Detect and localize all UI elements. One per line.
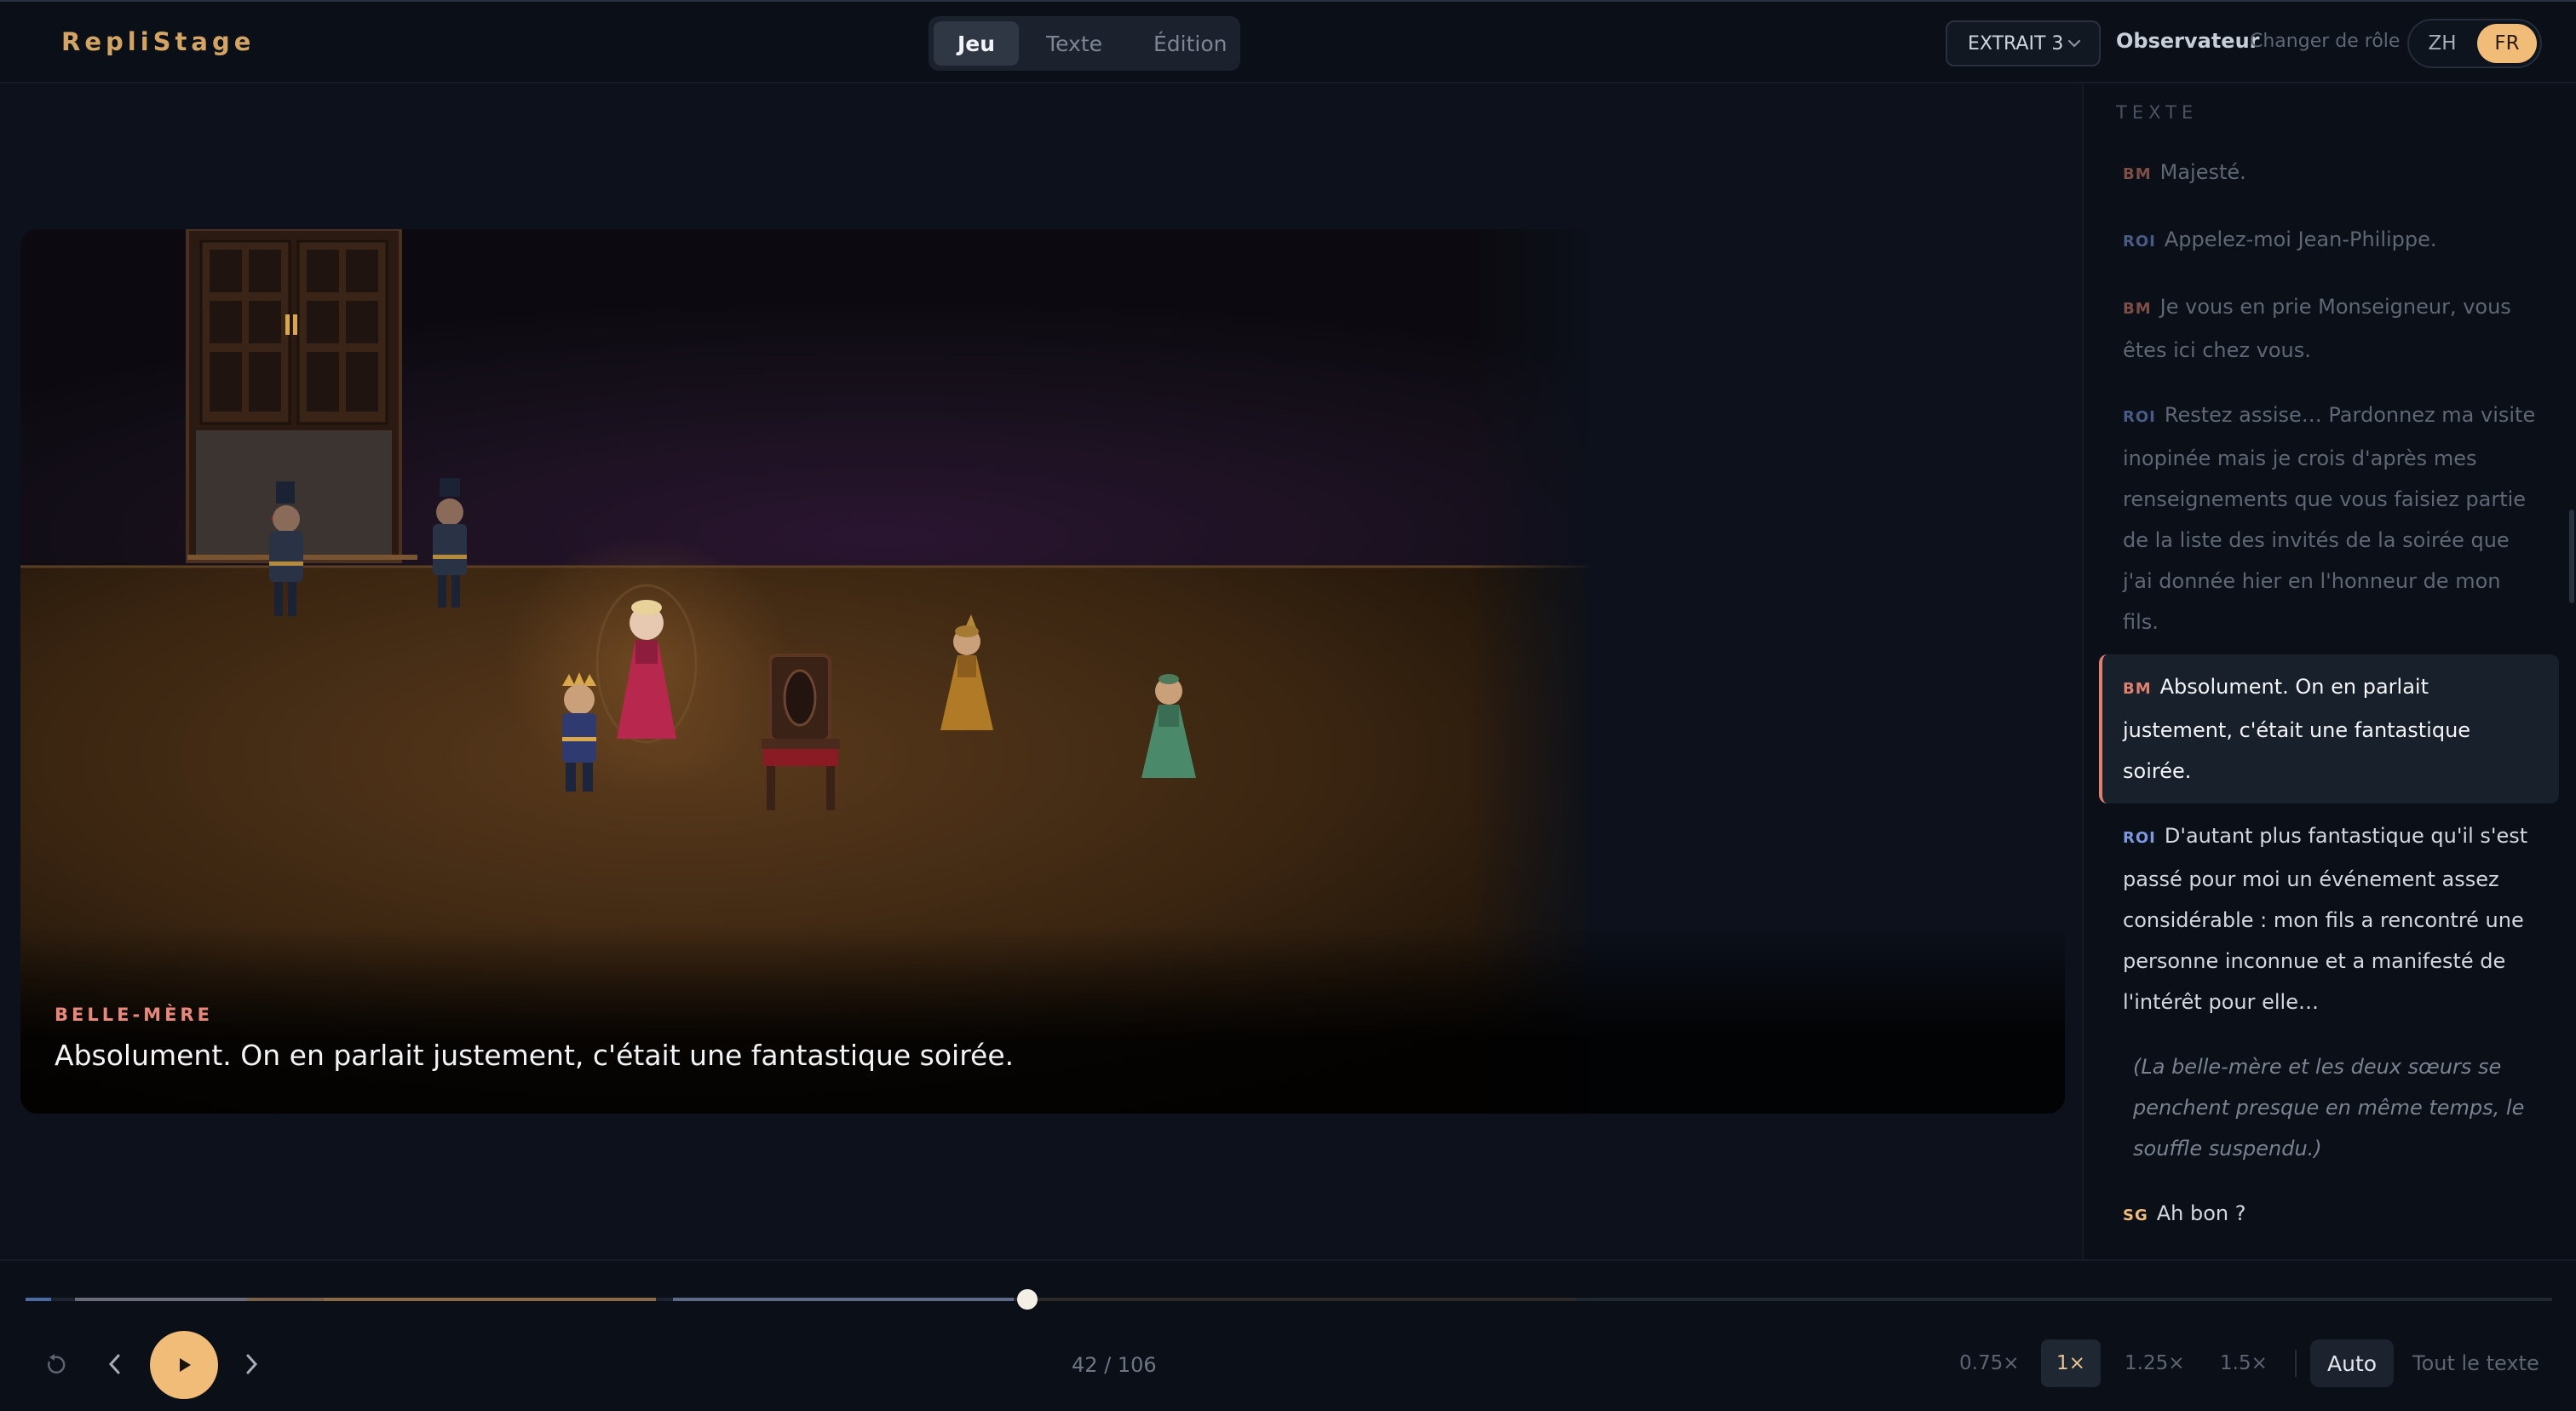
script-line[interactable]: BM Je vous en prie Monseigneur, vous êtes… xyxy=(2101,274,2561,383)
speaker-tag: BM xyxy=(2123,300,2152,318)
timeline-segment-played xyxy=(673,1298,1014,1301)
controls-divider xyxy=(2295,1350,2297,1377)
line-text: Ah bon ? xyxy=(2156,1201,2246,1225)
timeline-track[interactable] xyxy=(26,1287,2552,1312)
play-icon xyxy=(180,1358,191,1372)
script-line[interactable]: SG Ah bon ? xyxy=(2101,1181,2561,1248)
timeline-segment-upcoming xyxy=(1014,1298,1576,1301)
top-bar: RepliStage Jeu Texte Édition EXTRAIT 3 O… xyxy=(0,0,2576,84)
speaker-tag: SG xyxy=(2123,1207,2148,1224)
timeline-segment-played xyxy=(324,1298,656,1301)
line-text: D'autant plus fantastique qu'il s'est pa… xyxy=(2123,824,2528,1014)
chevron-down-icon xyxy=(2067,39,2081,48)
auto-button[interactable]: Auto xyxy=(2310,1339,2395,1387)
line-text: Absolument. On en parlait justement, c'é… xyxy=(2123,675,2471,783)
script-panel-title: TEXTE xyxy=(2116,102,2199,123)
speed-1-5-button[interactable]: 1.5× xyxy=(2205,1339,2283,1387)
line-text: (La belle-mère et les deux sœurs se penc… xyxy=(2133,1055,2525,1160)
speaker-tag: ROI xyxy=(2123,408,2156,426)
timeline-segment-played xyxy=(26,1298,51,1301)
mode-switcher: Jeu Texte Édition xyxy=(929,16,1240,71)
stage-viewport[interactable]: BELLE-MÈRE Absolument. On en parlait jus… xyxy=(20,229,2065,1114)
script-lines: vous déranger très longtemps.BMMajesté.R… xyxy=(2084,84,2576,1259)
timeline-segment-played xyxy=(247,1298,324,1301)
change-role-link[interactable]: Changer de rôle xyxy=(2250,31,2400,52)
lang-zh-button[interactable]: ZH xyxy=(2412,24,2472,63)
timeline-segment-played xyxy=(656,1298,673,1301)
timeline-handle[interactable] xyxy=(1017,1289,1038,1310)
extrait-select-label: EXTRAIT 3 xyxy=(1968,32,2064,55)
line-text: Restez assise… Pardonnez ma visite inopi… xyxy=(2123,403,2536,634)
speaker-tag: ROI xyxy=(2123,233,2156,251)
line-text: Appelez-moi Jean-Philippe. xyxy=(2164,227,2437,251)
speed-0-75-button[interactable]: 0.75× xyxy=(1944,1339,2034,1387)
lang-fr-button[interactable]: FR xyxy=(2477,24,2537,63)
timeline-segment-played xyxy=(51,1298,75,1301)
script-line[interactable]: ROI Restez assise… Pardonnez ma visite in… xyxy=(2101,383,2561,654)
previous-icon[interactable] xyxy=(106,1351,124,1377)
tab-jeu[interactable]: Jeu xyxy=(934,21,1020,66)
script-line[interactable]: ROI Appelez-moi Jean-Philippe. xyxy=(2101,207,2561,274)
timeline-segment-upcoming xyxy=(1593,1298,2552,1301)
tab-edition[interactable]: Édition xyxy=(1130,21,1251,66)
timeline-segment-played xyxy=(75,1298,247,1301)
extrait-select[interactable]: EXTRAIT 3 xyxy=(1946,20,2101,66)
wardrobe-prop xyxy=(186,229,417,563)
speaker-tag: BM xyxy=(2123,680,2152,698)
restart-icon[interactable] xyxy=(43,1353,66,1377)
brand-logo: RepliStage xyxy=(61,27,256,56)
play-button[interactable] xyxy=(150,1331,218,1399)
subtitle-overlay xyxy=(20,926,2065,1114)
line-text: Je vous en prie Monseigneur, vous êtes i… xyxy=(2123,295,2511,362)
speed-1-button[interactable]: 1× xyxy=(2041,1339,2101,1387)
script-panel[interactable]: TEXTE vous déranger très longtemps.BMMaj… xyxy=(2082,84,2576,1259)
current-role: Observateur xyxy=(2116,29,2260,53)
speaker-tag: ROI xyxy=(2123,829,2156,847)
script-line[interactable]: ROIOui, et ce n'est pas banal, croyez-mo… xyxy=(2101,1248,2561,1259)
script-line-current[interactable]: BM Absolument. On en parlait justement, c… xyxy=(2099,654,2559,803)
next-icon[interactable] xyxy=(242,1351,261,1377)
language-toggle: ZH FR xyxy=(2407,19,2542,68)
subtitle-text: Absolument. On en parlait justement, c'é… xyxy=(55,1039,1015,1072)
stage-direction[interactable]: (La belle-mère et les deux sœurs se penc… xyxy=(2101,1034,2561,1181)
tab-texte[interactable]: Texte xyxy=(1022,21,1126,66)
line-counter: 42 / 106 xyxy=(1072,1353,1157,1377)
stage-area: BELLE-MÈRE Absolument. On en parlait jus… xyxy=(0,84,2082,1259)
subtitle-speaker: BELLE-MÈRE xyxy=(55,1005,213,1025)
all-text-button[interactable]: Tout le texte xyxy=(2412,1351,2539,1375)
script-line[interactable]: ROI D'autant plus fantastique qu'il s'est… xyxy=(2101,803,2561,1034)
line-text: Majesté. xyxy=(2159,160,2246,184)
timeline-scrubber[interactable] xyxy=(26,1289,2552,1310)
speed-1-25-button[interactable]: 1.25× xyxy=(2109,1339,2199,1387)
player-bar: 42 / 106 0.75× 1× 1.25× 1.5× Auto Tout l… xyxy=(0,1259,2576,1411)
speaker-tag: BM xyxy=(2123,165,2152,183)
